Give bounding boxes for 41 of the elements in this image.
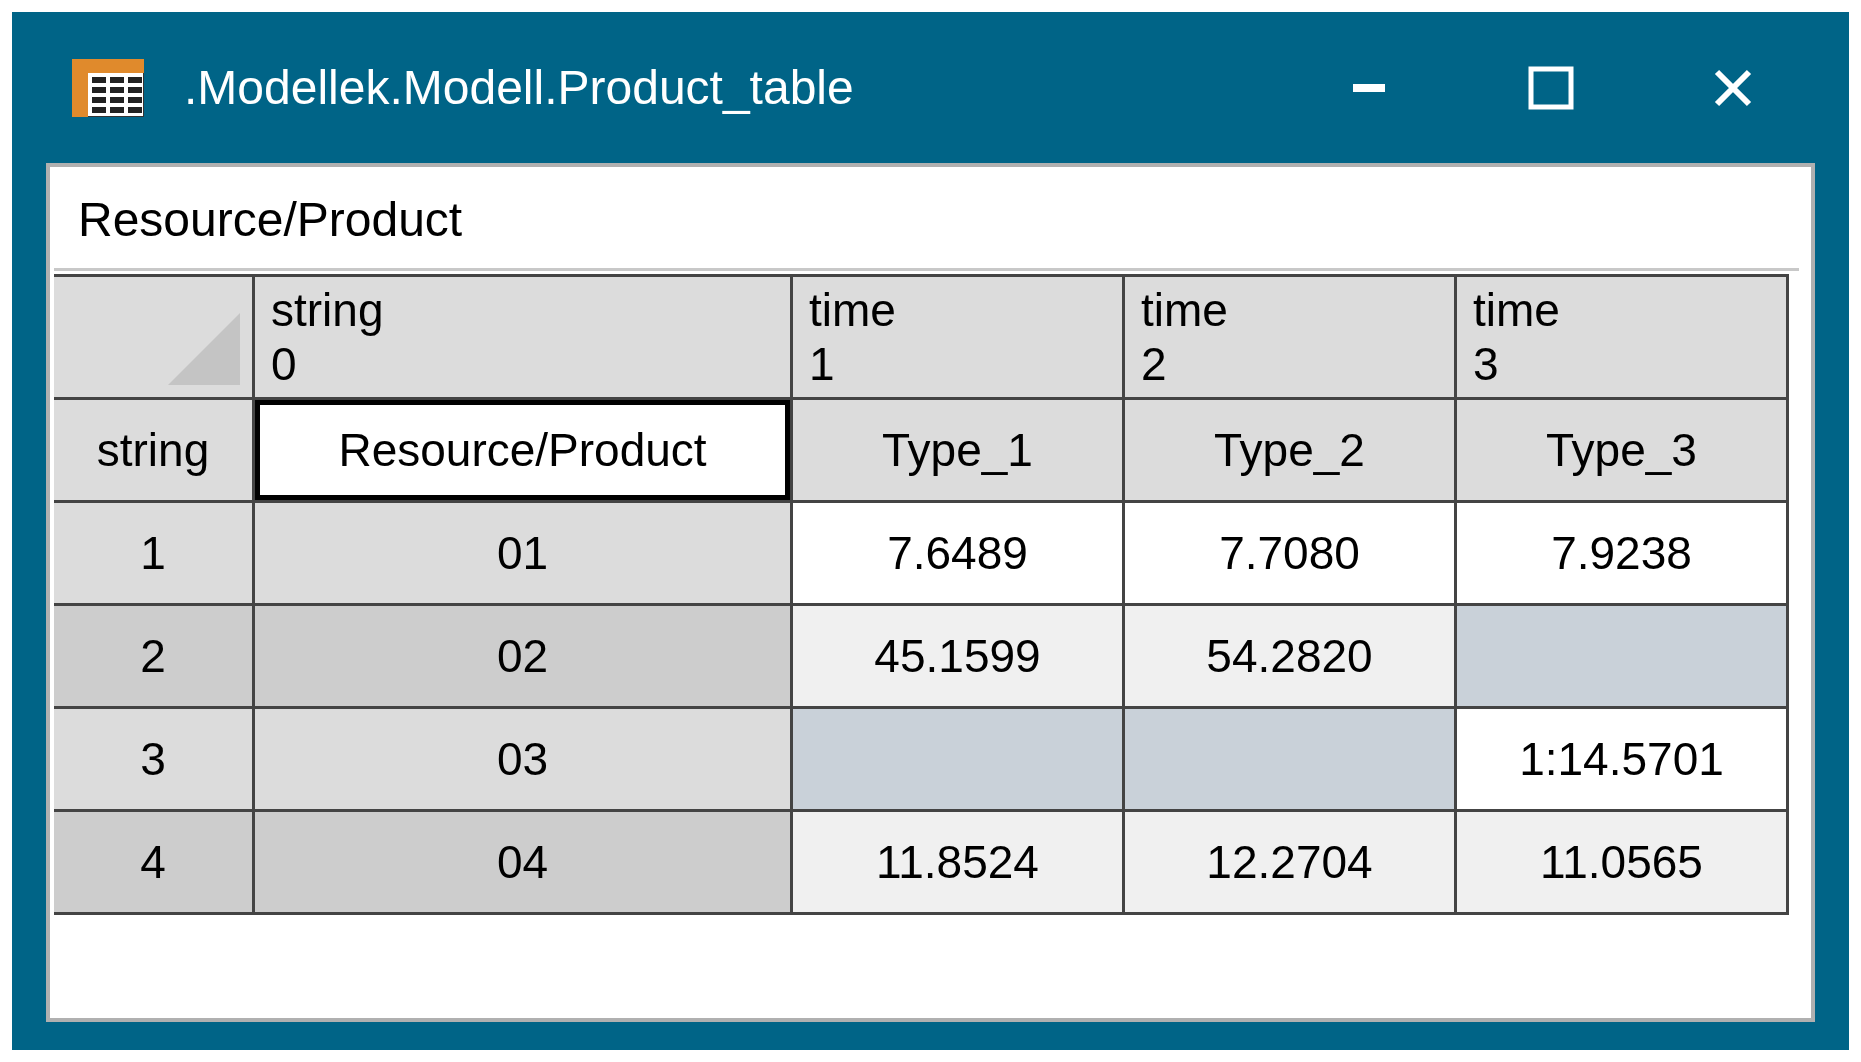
header-cell[interactable]: Type_3 [1457, 400, 1786, 500]
table-cell[interactable]: 01 [255, 503, 790, 603]
header-cell[interactable]: Type_2 [1125, 400, 1454, 500]
table-cell[interactable]: 11.0565 [1457, 812, 1786, 912]
maximize-icon [1528, 65, 1574, 110]
row-number: 1 [54, 503, 252, 603]
table-cell[interactable]: 54.2820 [1125, 606, 1454, 706]
table-cell[interactable]: 12.2704 [1125, 812, 1454, 912]
path-field[interactable]: Resource/Product [54, 171, 1799, 271]
row-number: 3 [54, 709, 252, 809]
empty-cell[interactable] [1457, 606, 1786, 706]
table-cell[interactable]: 7.7080 [1125, 503, 1454, 603]
close-icon [1713, 67, 1753, 108]
row-header: string [54, 400, 252, 500]
table-cell[interactable]: 7.6489 [793, 503, 1122, 603]
minimize-icon [1353, 83, 1385, 92]
window-title: .Modellek.Modell.Product_table [184, 59, 854, 116]
column-type: time [1473, 283, 1561, 337]
column-type: time [1141, 283, 1229, 337]
table-cell[interactable]: 03 [255, 709, 790, 809]
column-type: time [809, 283, 897, 337]
table-cell[interactable]: 1:14.5701 [1457, 709, 1786, 809]
column-type: string [271, 283, 385, 337]
column-index: 3 [1473, 337, 1500, 391]
row-number: 2 [54, 606, 252, 706]
corner-cell[interactable] [54, 277, 252, 397]
column-index: 1 [809, 337, 836, 391]
empty-cell[interactable] [793, 709, 1122, 809]
header-cell[interactable]: Resource/Product [255, 400, 790, 500]
table-icon [72, 58, 144, 117]
column-index: 2 [1141, 337, 1168, 391]
table-cell[interactable]: 45.1599 [793, 606, 1122, 706]
table-cell[interactable]: 02 [255, 606, 790, 706]
header-cell[interactable]: Type_1 [793, 400, 1122, 500]
select-all-icon [168, 313, 240, 385]
table-cell[interactable]: 7.9238 [1457, 503, 1786, 603]
table-cell[interactable]: 04 [255, 812, 790, 912]
column-index: 0 [271, 337, 298, 391]
row-number: 4 [54, 812, 252, 912]
empty-cell[interactable] [1125, 709, 1454, 809]
table-cell[interactable]: 11.8524 [793, 812, 1122, 912]
